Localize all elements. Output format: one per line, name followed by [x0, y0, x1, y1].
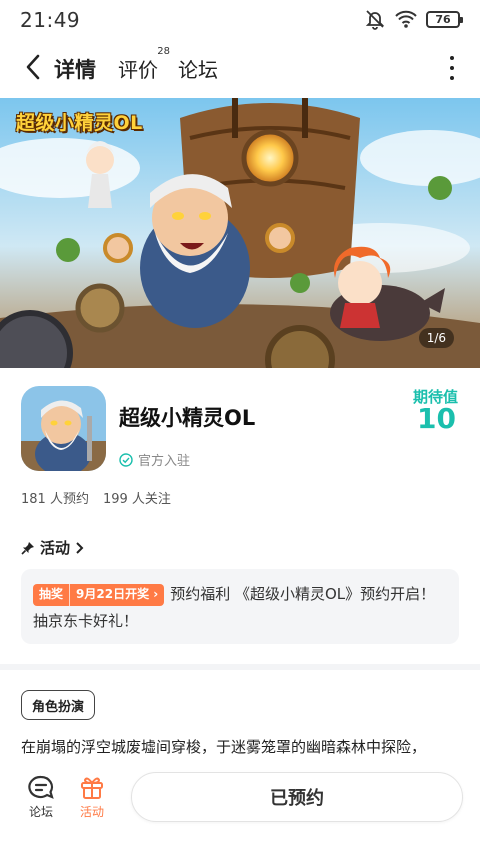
app-info: 超级小精灵OL 官方入驻 期待值 10 181 人预约 199 人关注	[0, 368, 480, 518]
official-badge: 官方入驻	[119, 450, 190, 469]
tab-review-label: 评价	[118, 58, 158, 82]
tab-forum[interactable]: 论坛	[178, 54, 218, 83]
bottom-forum-button[interactable]: 论坛	[18, 774, 64, 820]
lottery-tag-date: 9月22日开奖 ›	[69, 583, 164, 606]
verified-check-icon	[119, 452, 133, 467]
activity-title: 活动	[40, 539, 71, 557]
mute-bell-icon	[365, 10, 385, 30]
section-divider	[0, 664, 480, 670]
genre-tag[interactable]: 角色扮演	[21, 690, 96, 720]
banner-carousel[interactable]: 超级小精灵OL 1/6	[0, 98, 480, 368]
battery-level: 76	[435, 12, 451, 26]
reservation-count: 181 人预约	[21, 492, 89, 507]
lottery-tag-label: 抽奖	[39, 587, 64, 601]
expect-value: 10	[417, 402, 456, 435]
activity-card[interactable]: 抽奖 9月22日开奖 › 预约福利 《超级小精灵OL》预约开启！抽京东卡好礼！	[21, 569, 459, 644]
tab-forum-label: 论坛	[178, 58, 218, 82]
tab-review[interactable]: 评价 28	[118, 46, 170, 83]
wifi-icon	[395, 10, 417, 28]
status-icons: 76	[364, 8, 463, 30]
review-count-badge: 28	[157, 46, 170, 57]
app-icon-artwork	[21, 386, 106, 471]
forum-chat-icon	[28, 775, 54, 799]
activity-section-header[interactable]: 活动	[21, 537, 85, 558]
battery-icon: 76	[426, 10, 463, 28]
app-icon	[21, 386, 106, 471]
status-time: 21:49	[20, 8, 81, 32]
more-vertical-icon[interactable]	[444, 56, 460, 80]
nav-bar: 详情 评价 28 论坛	[0, 40, 480, 96]
app-name: 超级小精灵OL	[119, 406, 256, 430]
game-logo-text: 超级小精灵OL	[16, 112, 143, 134]
back-button[interactable]	[18, 52, 48, 82]
official-label: 官方入驻	[138, 454, 191, 469]
lottery-tag: 抽奖 9月22日开奖 ›	[33, 583, 165, 606]
bottom-activity-button[interactable]: 活动	[69, 774, 115, 820]
bottom-bar: 论坛 活动 已预约	[0, 764, 480, 854]
tab-detail-label: 详情	[54, 58, 96, 82]
bottom-activity-label: 活动	[79, 805, 104, 819]
banner-page-counter: 1/6	[418, 328, 454, 348]
bottom-forum-label: 论坛	[28, 805, 53, 819]
tab-detail[interactable]: 详情	[52, 54, 98, 84]
gift-icon	[81, 777, 103, 799]
banner-artwork	[0, 98, 480, 368]
status-bar: 21:49 76	[0, 0, 480, 38]
app-stats: 181 人预约 199 人关注	[21, 488, 171, 507]
reserved-button[interactable]: 已预约	[131, 772, 463, 822]
chevron-right-icon	[76, 541, 84, 554]
game-description: 在崩塌的浮空城废墟间穿梭，于迷雾笼罩的幽暗森林中探险，	[21, 738, 427, 756]
follower-count: 199 人关注	[102, 492, 171, 507]
pin-icon	[21, 541, 34, 555]
chevron-left-icon	[26, 54, 40, 80]
